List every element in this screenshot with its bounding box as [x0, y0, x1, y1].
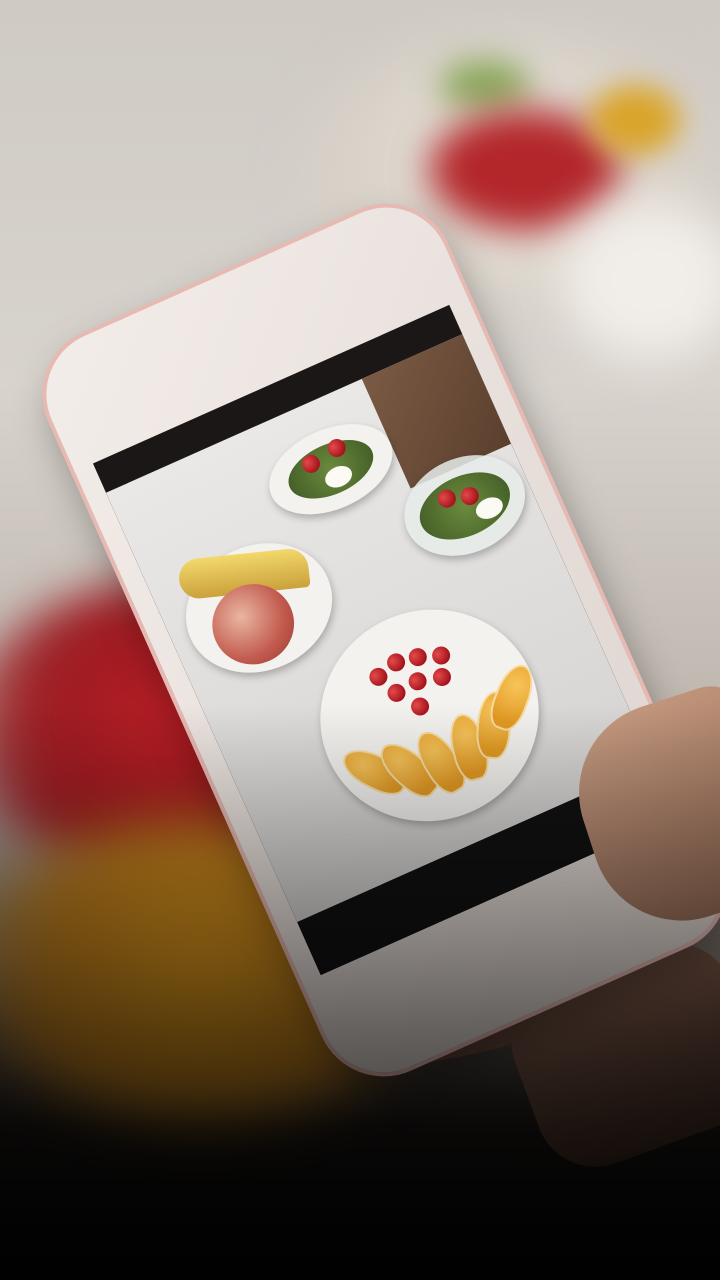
photo-scene	[0, 0, 720, 1280]
bottom-dark-gradient	[0, 0, 720, 1280]
